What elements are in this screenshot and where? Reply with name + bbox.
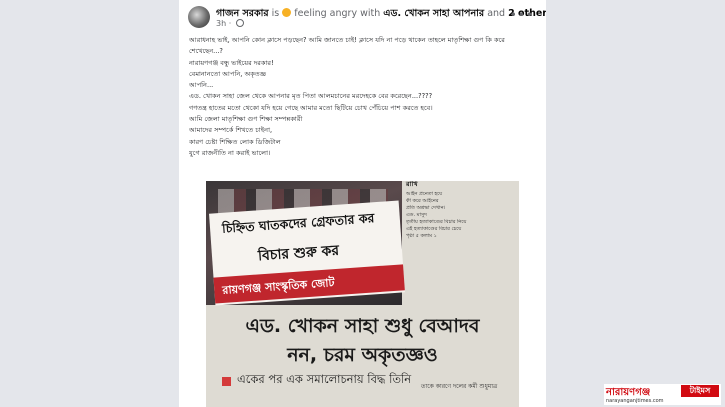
post-text-line: কারণ চেষ্টা শিক্ষিত লোক ডিজিটাল <box>189 137 281 146</box>
globe-icon <box>235 19 244 27</box>
newspaper-headline: এড. খোকন সাহা শুধু বেআদব নন, চরম অকৃতজ্ঞ… <box>206 312 519 370</box>
headline-line: নন, চরম অকৃতজ্ঞও <box>287 344 438 366</box>
post-time[interactable]: 3h <box>216 19 226 28</box>
newspaper-subhead: একের পর এক সমালোচনায় বিদ্ধ তিনি <box>237 372 412 386</box>
post-text-line: আমি জেলা মাতৃশিক্ষা গুণ শিক্ষা সম্পন্নকা… <box>189 115 303 124</box>
and-label: and <box>487 8 506 19</box>
post-text-line: আরাধনাহ ভাই, আপনি কোন ক্লাসে পড়ছেন? আমি… <box>189 36 505 44</box>
newspaper-side-column: রাখি আইন প্রনেতা হয়ে কী করে আইনের প্রতি… <box>406 181 516 301</box>
banner-org-strip: রায়ণগঞ্জ সাংস্কৃতিক জোট <box>213 264 405 304</box>
headline-line: এড. খোকন সাহা শুধু বেআদব <box>245 315 480 337</box>
side-column-text: কী করে আইনের <box>406 198 439 204</box>
banner-text-1: চিহ্নিত ঘাতকদের গ্রেফতার কর <box>221 210 375 236</box>
watermark-badge: টাইমস <box>681 385 719 397</box>
post-text-line: যুগে রাজনীতি না করাই ভালো। <box>189 148 271 157</box>
side-column-text: আইন প্রনেতা হয়ে <box>406 191 443 197</box>
side-column-heading: রাখি <box>406 181 418 188</box>
banner-org-text: রায়ণগঞ্জ সাংস্কৃতিক জোট <box>221 276 335 297</box>
side-column-text: পৃষ্ঠা ৫ কলাম ১ <box>406 233 437 239</box>
protest-banner: চিহ্নিত ঘাতকদের গ্রেফতার কর বিচার শুরু ক… <box>209 200 405 306</box>
post-text: আরাধনাহ ভাই, আপনি কোন ক্লাসে পড়ছেন? আমি… <box>189 35 534 159</box>
post-text-line: নারায়ণগঞ্জ বন্ধু ভাইয়ের দরকার! <box>189 58 274 67</box>
post-text-line: এড. খোকন সাহা জেল থেকে আপনার মৃত পিতা আল… <box>189 92 433 101</box>
subhead-marker <box>222 377 231 386</box>
feeling-label: feeling angry with <box>294 8 381 19</box>
post-text-line: শেখেছেন...? <box>189 47 223 56</box>
tagged-person[interactable]: এড. খোকন সাহা আপনার <box>383 8 484 19</box>
watermark-url: narayanganjtimes.com <box>606 398 664 404</box>
newspaper-bottom-text: তাকে কারণে দলের কর্মী শুধুমাত্র <box>421 383 498 390</box>
newspaper-photo[interactable]: চিহ্নিত ঘাতকদের গ্রেফতার কর বিচার শুরু ক… <box>206 181 519 407</box>
side-column-text: প্রতি অশ্রদ্ধা দেখান। <box>406 205 446 211</box>
protest-photo: চিহ্নিত ঘাতকদের গ্রেফতার কর বিচার শুরু ক… <box>206 181 405 306</box>
author-name[interactable]: গাজন সরকার <box>216 8 269 19</box>
side-column-text: এই হত্যাকাণ্ডের বিচার চেয়ে <box>406 226 462 232</box>
facebook-post: গাজন সরকার is feeling angry with এড. খোক… <box>179 0 546 407</box>
avatar[interactable] <box>188 6 210 28</box>
is-label: is <box>271 8 280 19</box>
side-column-text: এড. মাসুদ <box>406 212 427 218</box>
post-text-line: আপনি... <box>189 81 214 90</box>
post-text-line: বেমানানতো আপনি, অকৃতজ্ঞ <box>189 69 267 78</box>
angry-face-icon <box>282 8 292 17</box>
site-watermark: নারায়ণগঞ্জ টাইমস narayanganjtimes.com <box>604 384 721 405</box>
post-header-line: গাজন সরকার is feeling angry with এড. খোক… <box>216 7 546 22</box>
post-header: গাজন সরকার is feeling angry with এড. খোক… <box>188 6 546 30</box>
banner-text-2: বিচার শুরু কর <box>257 242 340 265</box>
post-text-line: আমাদের সম্পর্কে শিখতে চাইনা, <box>189 126 273 135</box>
post-text-line: গণতন্ত্র হাতের মতো থেকো যদি হয়ে গেছে আম… <box>189 103 433 112</box>
more-options-button[interactable]: ••• <box>510 8 534 22</box>
side-column-text: তৃতীয় হত্যাকাণ্ডের বিচার নিয়ে <box>406 219 467 225</box>
post-meta: 3h · <box>216 19 244 28</box>
meta-separator: · <box>228 19 234 28</box>
